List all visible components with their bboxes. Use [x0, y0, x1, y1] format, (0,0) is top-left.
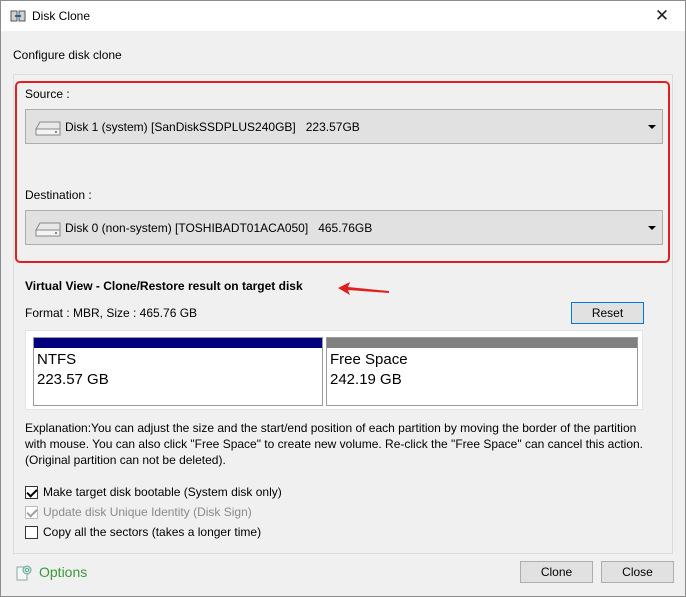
- disk-clone-window: Disk Clone ✕ Configure disk clone Source…: [0, 0, 686, 597]
- close-button[interactable]: Close: [601, 561, 674, 583]
- partition-color-bar: [327, 338, 637, 348]
- checkbox-label: Copy all the sectors (takes a longer tim…: [43, 525, 262, 539]
- title-bar: Disk Clone ✕: [1, 1, 685, 31]
- window-close-button[interactable]: ✕: [639, 1, 685, 31]
- explanation-text: Explanation:You can adjust the size and …: [25, 421, 644, 467]
- disk-map: NTFS 223.57 GB Free Space 242.19 GB: [25, 330, 643, 410]
- options-label[interactable]: Options: [39, 564, 87, 580]
- red-arrow-annotation-icon: [338, 282, 389, 295]
- options-gear-icon: [16, 565, 32, 581]
- disk-format-info: Format : MBR, Size : 465.76 GB: [25, 306, 198, 320]
- partition-name: Free Space: [330, 351, 408, 368]
- partition-ntfs[interactable]: NTFS 223.57 GB: [33, 337, 323, 406]
- partition-free-space[interactable]: Free Space 242.19 GB: [326, 337, 638, 406]
- highlight-box: [15, 81, 670, 263]
- checkbox-box[interactable]: [25, 526, 38, 539]
- partition-color-bar: [34, 338, 322, 348]
- checkbox-box[interactable]: [25, 486, 38, 499]
- partition-name: NTFS: [37, 351, 77, 368]
- reset-button[interactable]: Reset: [571, 302, 644, 324]
- checkbox-label: Update disk Unique Identity (Disk Sign): [43, 505, 252, 519]
- clone-button[interactable]: Clone: [520, 561, 593, 583]
- checkbox-label: Make target disk bootable (System disk o…: [43, 485, 282, 499]
- virtual-view-title: Virtual View - Clone/Restore result on t…: [25, 279, 303, 293]
- partition-size: 223.57 GB: [37, 371, 109, 388]
- partition-size: 242.19 GB: [330, 371, 402, 388]
- configure-heading: Configure disk clone: [13, 48, 122, 62]
- disk-clone-app-icon: [10, 10, 26, 22]
- window-title: Disk Clone: [32, 9, 91, 23]
- checkbox-box: [25, 506, 38, 519]
